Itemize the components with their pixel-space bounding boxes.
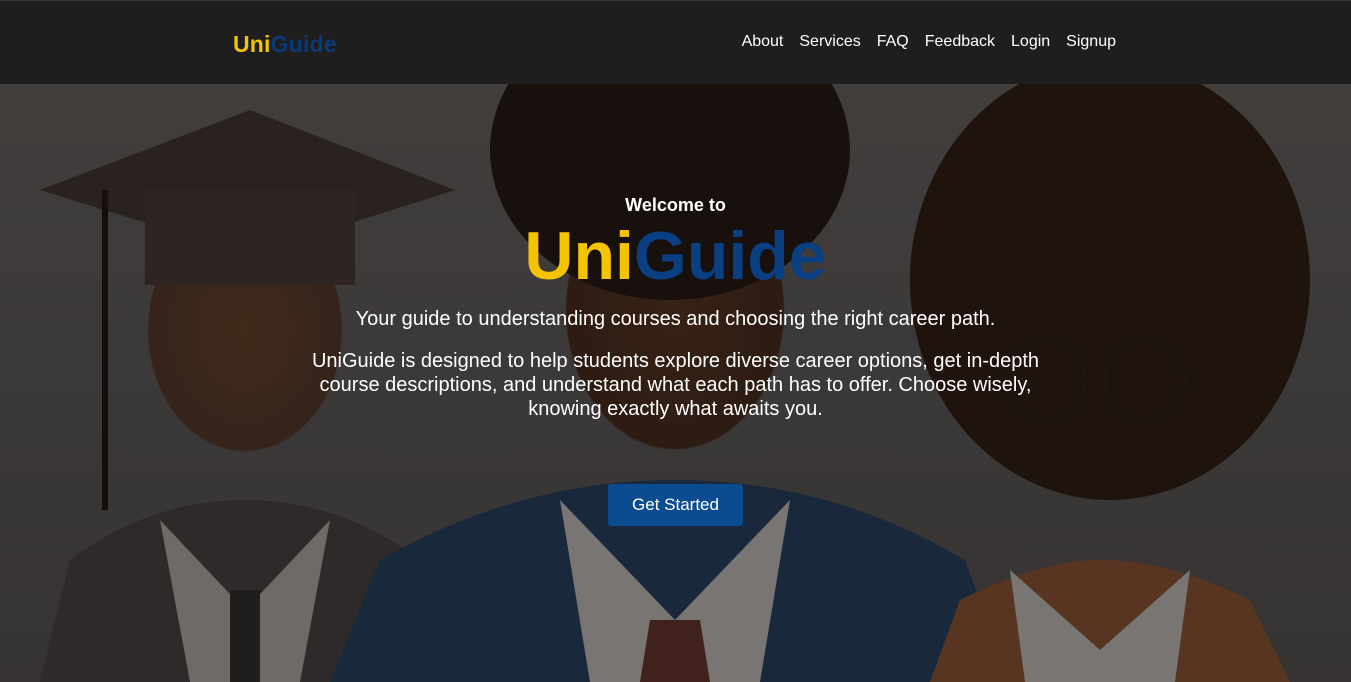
hero-title: UniGuide xyxy=(0,219,1351,293)
hero-tagline: Your guide to understanding courses and … xyxy=(355,308,996,330)
nav-link-services[interactable]: Services xyxy=(799,33,860,51)
brand-logo[interactable]: UniGuide xyxy=(233,31,337,58)
hero-welcome-text: Welcome to xyxy=(625,195,726,215)
nav-link-faq[interactable]: FAQ xyxy=(877,33,909,51)
nav-link-about[interactable]: About xyxy=(742,33,784,51)
brand-logo-uni: Uni xyxy=(233,31,271,57)
hero-title-uni: Uni xyxy=(524,218,634,294)
hero-section: Welcome to UniGuide Your guide to unders… xyxy=(0,193,1351,526)
nav-link-signup[interactable]: Signup xyxy=(1066,33,1116,51)
landing-page: UniGuide About Services FAQ Feedback Log… xyxy=(0,0,1351,682)
nav-link-feedback[interactable]: Feedback xyxy=(925,33,995,51)
hero-description: UniGuide is designed to help students ex… xyxy=(311,350,1040,420)
brand-logo-guide: Guide xyxy=(270,31,337,57)
nav-links: About Services FAQ Feedback Login Signup xyxy=(742,33,1116,51)
get-started-button[interactable]: Get Started xyxy=(608,484,743,526)
hero-title-guide: Guide xyxy=(633,218,827,294)
nav-link-login[interactable]: Login xyxy=(1011,33,1050,51)
navbar: UniGuide About Services FAQ Feedback Log… xyxy=(0,0,1351,84)
